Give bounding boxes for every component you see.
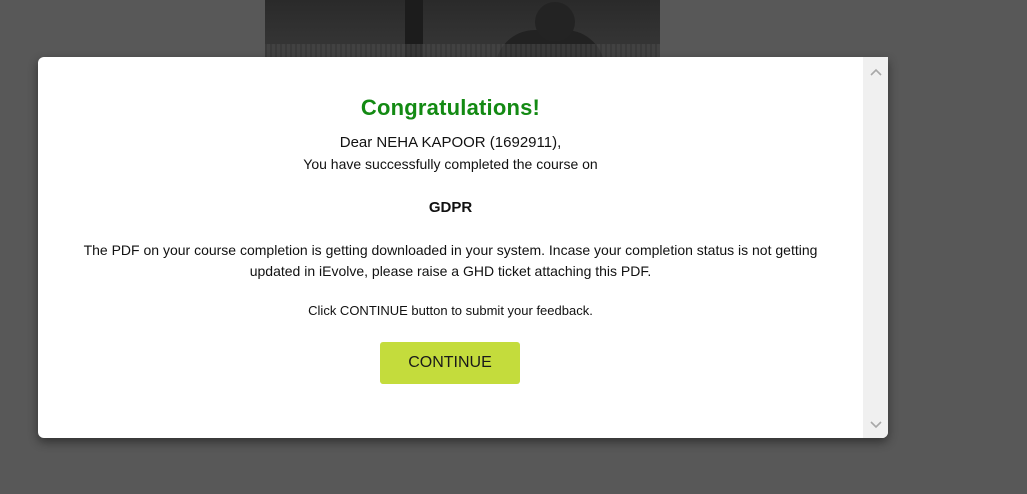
page-overlay: Congratulations! Dear NEHA KAPOOR (16929… — [0, 0, 1027, 494]
completion-dialog-content: Congratulations! Dear NEHA KAPOOR (16929… — [38, 57, 863, 438]
continue-button[interactable]: CONTINUE — [380, 342, 520, 384]
pdf-download-note: The PDF on your course completion is get… — [83, 242, 818, 279]
background-course-image — [265, 0, 660, 60]
greeting-text: Dear NEHA KAPOOR (1692911), — [339, 134, 562, 151]
chevron-up-icon — [869, 68, 882, 76]
scroll-down-button[interactable] — [863, 414, 888, 436]
chevron-down-icon — [869, 421, 882, 429]
dialog-title: Congratulations! — [360, 95, 541, 120]
dialog-scrollbar[interactable] — [863, 57, 888, 438]
course-name: GDPR — [428, 199, 473, 216]
background-person-silhouette-head — [535, 2, 575, 42]
feedback-instruction: Click CONTINUE button to submit your fee… — [308, 303, 593, 318]
scroll-up-button[interactable] — [863, 61, 888, 83]
completion-dialog: Congratulations! Dear NEHA KAPOOR (16929… — [38, 57, 888, 438]
completion-message: You have successfully completed the cour… — [303, 156, 598, 172]
